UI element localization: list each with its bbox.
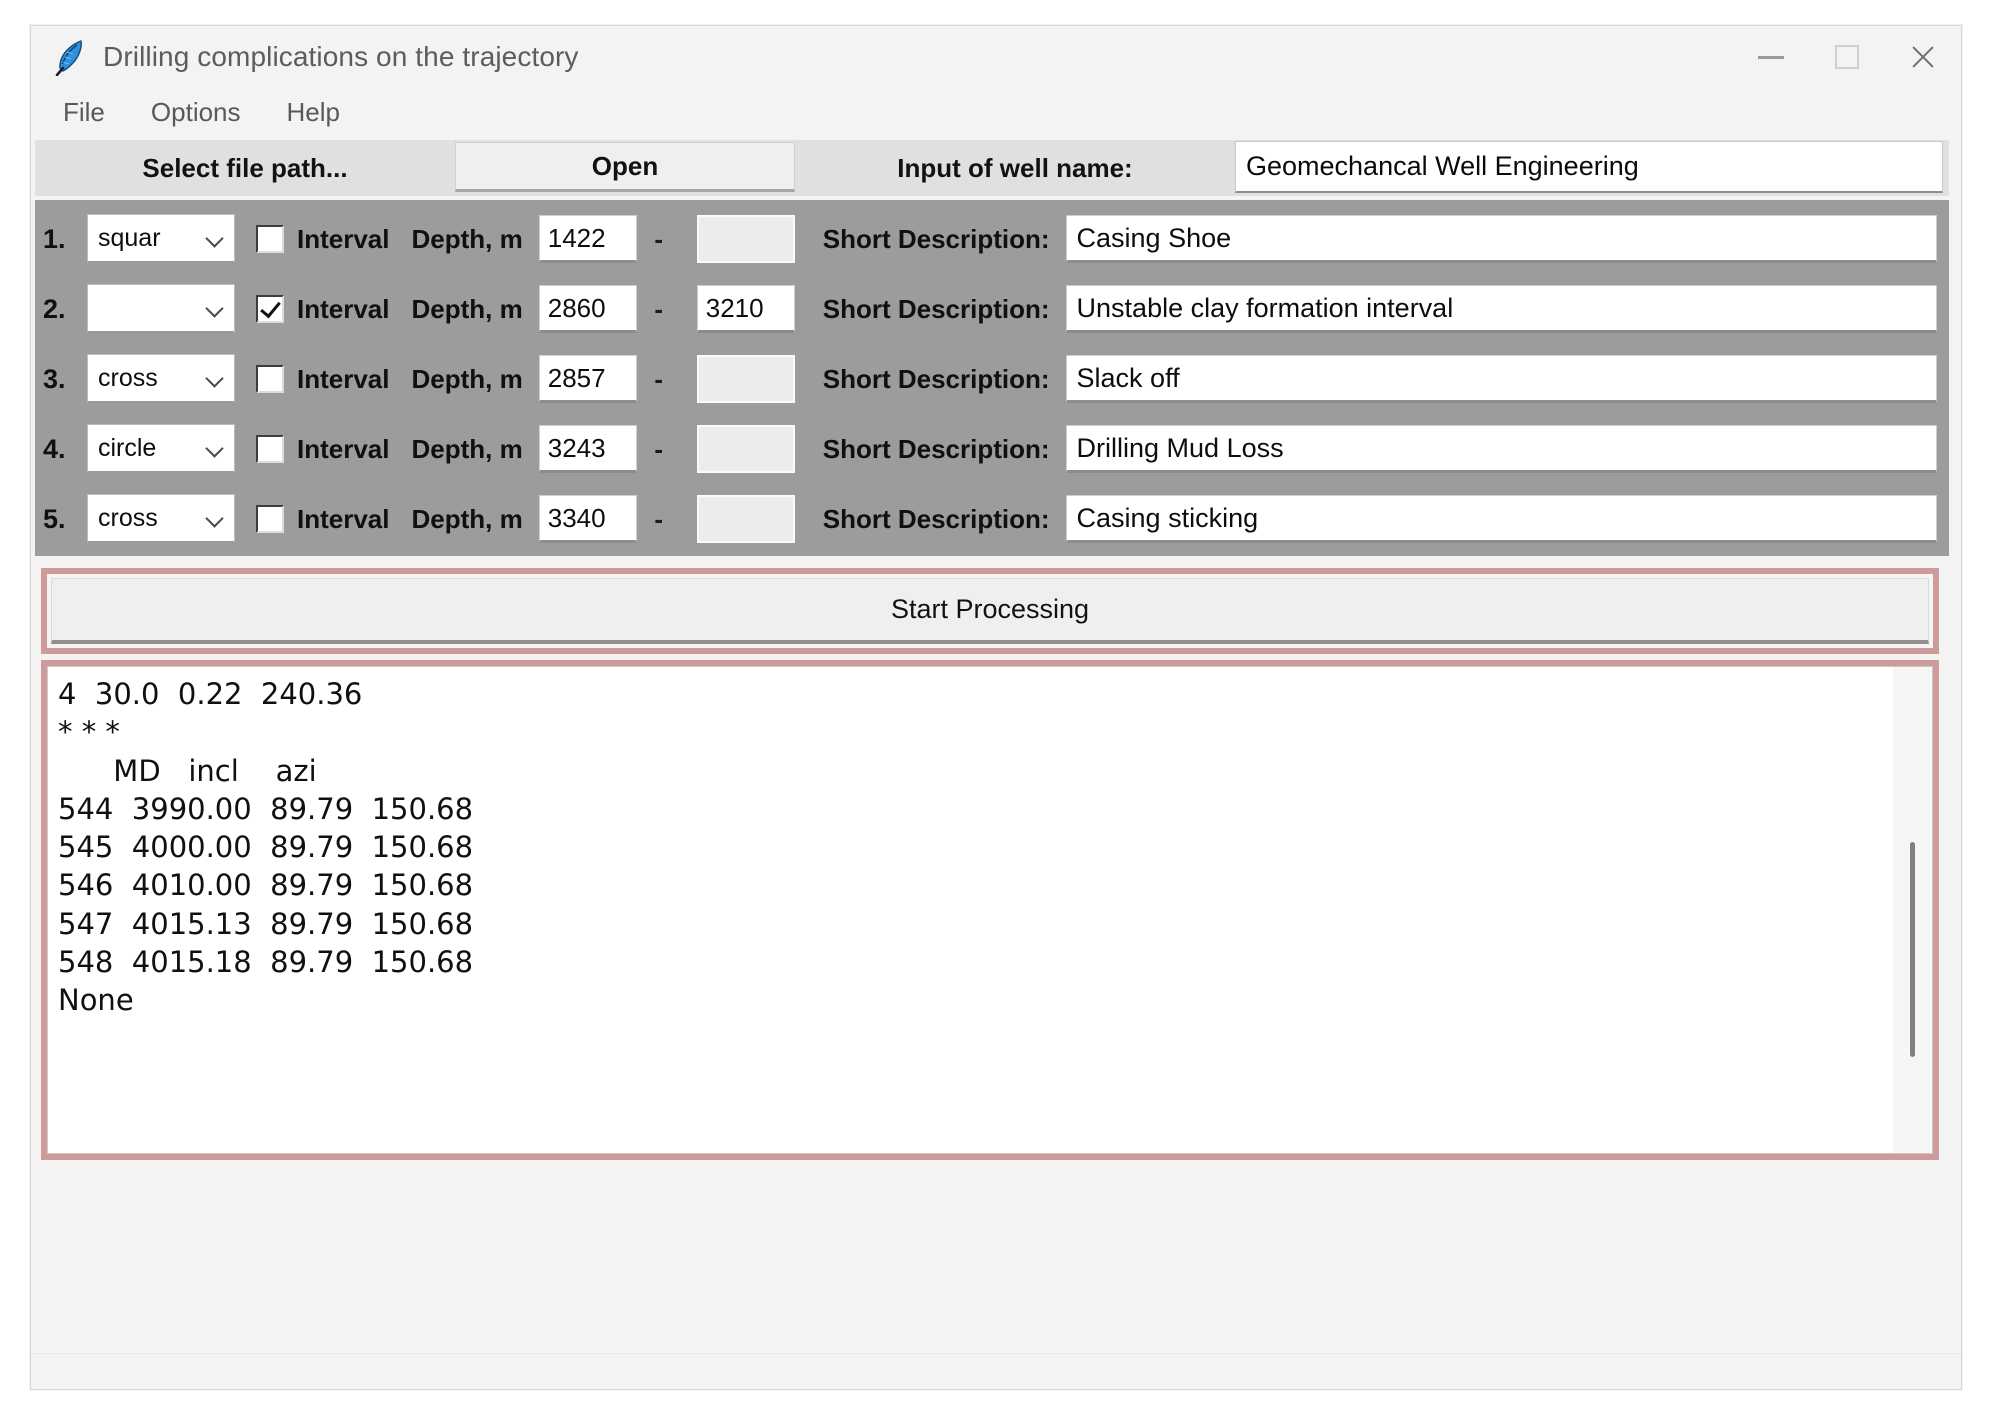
app-window: Drilling complications on the trajectory… (30, 25, 1962, 1390)
range-dash: - (637, 294, 681, 325)
short-description-label: Short Description: (823, 224, 1050, 255)
marker-select[interactable]: cross (87, 494, 235, 544)
menu-item-options[interactable]: Options (147, 95, 245, 130)
interval-label: Interval (297, 504, 390, 535)
short-description-input[interactable]: Slack off (1066, 355, 1937, 403)
table-row: 3. cross Interval Depth, m 2857 - Short … (35, 350, 1949, 408)
file-toolbar: Select file path... Open Input of well n… (35, 140, 1949, 196)
short-description-input[interactable]: Unstable clay formation interval (1066, 285, 1937, 333)
well-name-label: Input of well name: (795, 140, 1235, 196)
depth-to-input[interactable] (697, 355, 795, 403)
open-button[interactable]: Open (455, 142, 795, 192)
table-row: 2. Interval Depth, m 2860 - 3210 Short D… (35, 280, 1949, 338)
short-description-input[interactable]: Casing Shoe (1066, 215, 1937, 263)
checkbox-box (256, 365, 284, 393)
select-file-path-label: Select file path... (35, 140, 455, 196)
chevron-down-icon (206, 442, 226, 454)
marker-select-value: squar (98, 224, 161, 253)
interval-label: Interval (297, 224, 390, 255)
complications-table: 1. squar Interval Depth, m 1422 - Short … (35, 200, 1949, 556)
row-number: 4. (43, 434, 87, 465)
menu-item-file[interactable]: File (59, 95, 109, 130)
output-scrollbar[interactable] (1893, 666, 1933, 1154)
range-dash: - (637, 434, 681, 465)
maximize-button[interactable] (1809, 26, 1885, 88)
marker-select[interactable]: squar (87, 214, 235, 264)
depth-to-input[interactable]: 3210 (697, 285, 795, 333)
interval-checkbox[interactable] (249, 295, 291, 323)
depth-from-input[interactable]: 2857 (539, 355, 637, 403)
close-button[interactable] (1885, 26, 1961, 88)
window-title: Drilling complications on the trajectory (103, 41, 579, 73)
checkbox-box (256, 225, 284, 253)
checkbox-box (256, 435, 284, 463)
short-description-label: Short Description: (823, 434, 1050, 465)
range-dash: - (637, 224, 681, 255)
minimize-button[interactable] (1733, 26, 1809, 88)
marker-select-value: cross (98, 364, 158, 393)
row-number: 3. (43, 364, 87, 395)
interval-label: Interval (297, 434, 390, 465)
maximize-icon (1835, 45, 1859, 69)
chevron-down-icon (206, 512, 226, 524)
short-description-label: Short Description: (823, 364, 1050, 395)
short-description-label: Short Description: (823, 504, 1050, 535)
interval-checkbox[interactable] (249, 225, 291, 253)
depth-from-input[interactable]: 2860 (539, 285, 637, 333)
window-footer (31, 1353, 1961, 1389)
table-row: 1. squar Interval Depth, m 1422 - Short … (35, 210, 1949, 268)
output-text[interactable]: 4 30.0 0.22 240.36 * * * MD incl azi 544… (47, 666, 1893, 1154)
depth-from-input[interactable]: 3340 (539, 495, 637, 543)
table-row: 4. circle Interval Depth, m 3243 - Short… (35, 420, 1949, 478)
interval-checkbox[interactable] (249, 505, 291, 533)
depth-from-input[interactable]: 3243 (539, 425, 637, 473)
depth-to-input[interactable] (697, 425, 795, 473)
row-number: 5. (43, 504, 87, 535)
row-number: 1. (43, 224, 87, 255)
menu-item-help[interactable]: Help (283, 95, 344, 130)
output-frame: 4 30.0 0.22 240.36 * * * MD incl azi 544… (41, 660, 1939, 1160)
range-dash: - (637, 504, 681, 535)
marker-select-value: cross (98, 504, 158, 533)
marker-select-value: circle (98, 434, 156, 463)
close-icon (1909, 43, 1937, 71)
marker-select[interactable]: circle (87, 424, 235, 474)
depth-label: Depth, m (412, 294, 523, 325)
depth-label: Depth, m (412, 434, 523, 465)
chevron-down-icon (206, 372, 226, 384)
processing-frame: Start Processing (41, 568, 1939, 654)
depth-label: Depth, m (412, 224, 523, 255)
short-description-input[interactable]: Casing sticking (1066, 495, 1937, 543)
depth-label: Depth, m (412, 364, 523, 395)
feather-quill-icon (53, 38, 87, 76)
marker-select[interactable] (87, 284, 235, 334)
row-number: 2. (43, 294, 87, 325)
checkbox-box (256, 505, 284, 533)
depth-to-input[interactable] (697, 215, 795, 263)
start-processing-button[interactable]: Start Processing (51, 578, 1929, 644)
chevron-down-icon (206, 302, 226, 314)
window-controls (1733, 26, 1961, 88)
range-dash: - (637, 364, 681, 395)
title-bar: Drilling complications on the trajectory (31, 26, 1961, 88)
interval-checkbox[interactable] (249, 435, 291, 463)
depth-from-input[interactable]: 1422 (539, 215, 637, 263)
menu-bar: File Options Help (31, 88, 1961, 136)
interval-checkbox[interactable] (249, 365, 291, 393)
depth-label: Depth, m (412, 504, 523, 535)
scrollbar-thumb[interactable] (1910, 842, 1915, 1057)
short-description-label: Short Description: (823, 294, 1050, 325)
table-row: 5. cross Interval Depth, m 3340 - Short … (35, 490, 1949, 548)
minimize-icon (1758, 56, 1784, 59)
short-description-input[interactable]: Drilling Mud Loss (1066, 425, 1937, 473)
depth-to-input[interactable] (697, 495, 795, 543)
checkbox-box (256, 295, 284, 323)
marker-select[interactable]: cross (87, 354, 235, 404)
interval-label: Interval (297, 294, 390, 325)
chevron-down-icon (206, 232, 226, 244)
well-name-input[interactable]: Geomechancal Well Engineering (1235, 141, 1943, 193)
interval-label: Interval (297, 364, 390, 395)
